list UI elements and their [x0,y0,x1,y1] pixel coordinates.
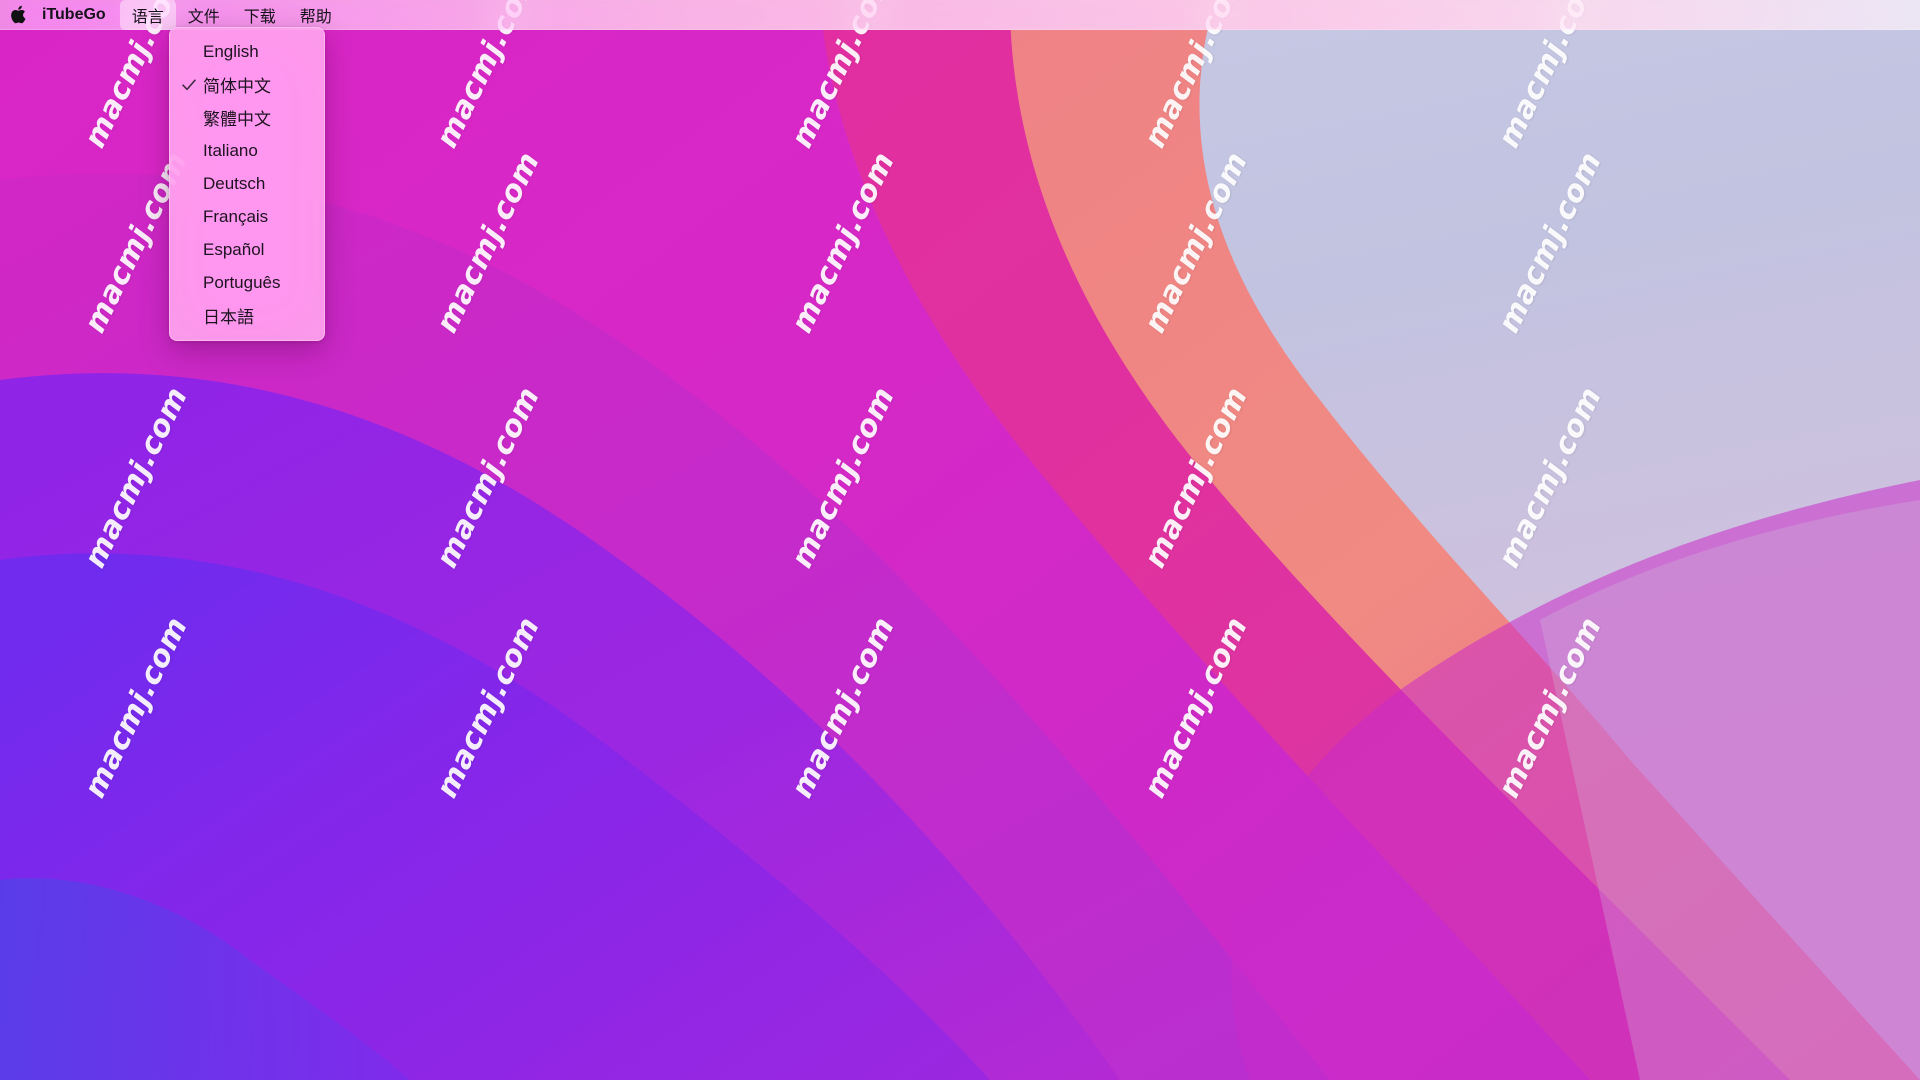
checkmark-icon [181,77,197,93]
menu-item-simplified-chinese[interactable]: 简体中文 [170,68,324,101]
menu-bar-app-name[interactable]: iTubeGo [36,0,120,30]
menu-bar-item-download[interactable]: 下载 [232,0,288,30]
menu-bar-item-file[interactable]: 文件 [176,0,232,30]
menu-item-label: Français [203,206,269,226]
menu-item-japanese[interactable]: 日本語 [170,299,324,332]
menu-item-english[interactable]: English [170,35,324,68]
apple-logo-icon[interactable] [0,0,36,30]
language-dropdown-menu: English 简体中文 繁體中文 Italiano Deutsch Franç… [169,27,325,341]
menu-item-label: 繁體中文 [203,110,271,129]
menu-bar-item-help[interactable]: 帮助 [288,0,344,30]
menu-item-portugues[interactable]: Português [170,266,324,299]
desktop-screen: macmj.com macmj.com macmj.com macmj.com … [0,0,1920,1080]
menu-item-traditional-chinese[interactable]: 繁體中文 [170,101,324,134]
menu-item-label: Deutsch [203,173,266,193]
menu-item-label: 简体中文 [203,77,271,96]
menu-bar: iTubeGo 语言 文件 下载 帮助 [0,0,1920,30]
menu-item-label: 日本語 [203,308,254,327]
menu-item-label: English [203,41,259,61]
menu-item-deutsch[interactable]: Deutsch [170,167,324,200]
menu-bar-item-language[interactable]: 语言 [119,0,176,30]
menu-item-italiano[interactable]: Italiano [170,134,324,167]
menu-item-francais[interactable]: Français [170,200,324,233]
menu-item-label: Italiano [203,140,258,160]
menu-item-espanol[interactable]: Español [170,233,324,266]
menu-item-label: Português [203,272,281,292]
menu-item-label: Español [203,239,265,259]
menu-bar-left-group: iTubeGo 语言 文件 下载 帮助 [0,0,344,30]
